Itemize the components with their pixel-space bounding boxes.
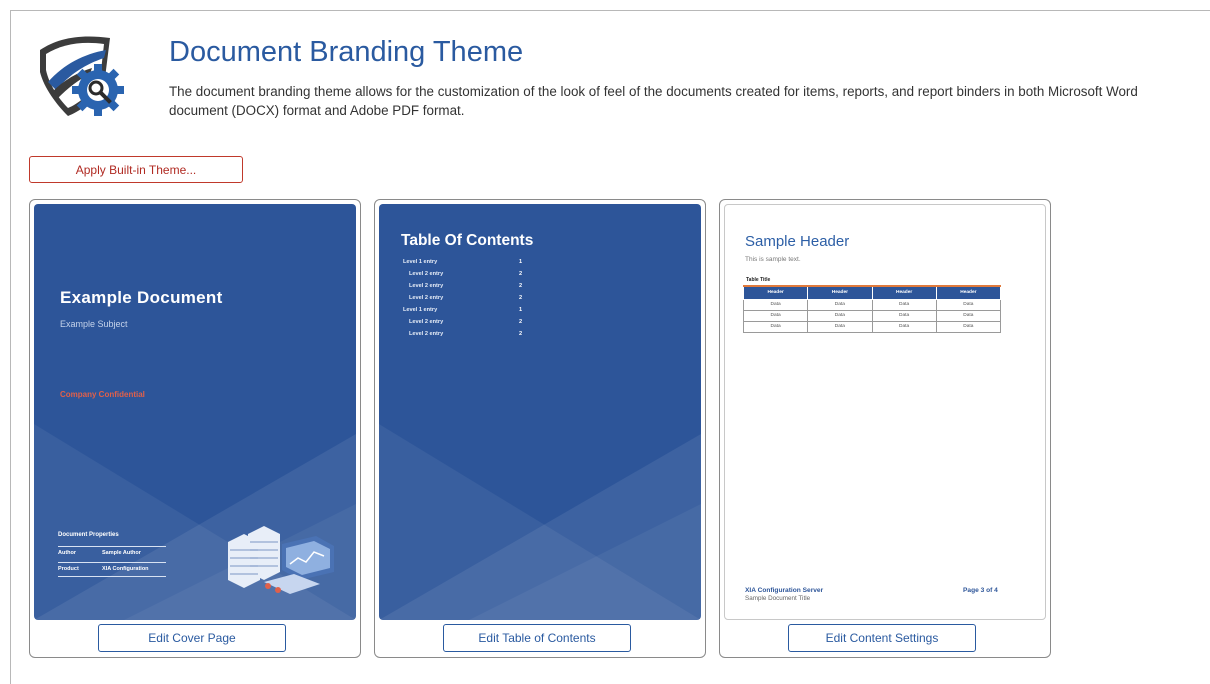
- toc-entry: Level 2 entry: [409, 319, 444, 325]
- sample-table: Header Header Header Header Data Data Da…: [742, 285, 1002, 333]
- server-illustration-icon: [228, 526, 334, 594]
- table-row: Data Data Data Data: [742, 320, 1002, 333]
- toc-entry: Level 2 entry: [409, 271, 444, 277]
- table-header-row: Header Header Header Header: [742, 285, 1002, 300]
- content-settings-card: Sample Header This is sample text. Table…: [719, 199, 1051, 658]
- table-header-cell: Header: [807, 285, 873, 300]
- toc-entry-page: 2: [519, 331, 523, 337]
- table-cell: Data: [871, 298, 937, 311]
- table-cell: Data: [935, 298, 1002, 311]
- page-title: Document Branding Theme: [169, 36, 524, 68]
- toc-entry-page: 2: [519, 271, 523, 277]
- property-row-product: Product XIA Configuration: [58, 562, 166, 577]
- property-row-author: Author Sample Author: [58, 546, 166, 556]
- table-row: Data Data Data Data: [742, 298, 1002, 311]
- table-cell: Data: [742, 320, 809, 333]
- cover-page-preview[interactable]: Example Document Example Subject Company…: [34, 204, 356, 620]
- edit-table-of-contents-button[interactable]: Edit Table of Contents: [443, 624, 631, 652]
- toc-entry: Level 1 entry: [403, 259, 438, 265]
- table-cell: Data: [742, 298, 809, 311]
- apply-built-in-theme-button[interactable]: Apply Built-in Theme...: [29, 156, 243, 183]
- toc-entry-page: 2: [519, 295, 523, 301]
- toc-entry-page: 1: [519, 307, 523, 313]
- table-of-contents-card: Table Of Contents Level 1 entry 1 Level …: [374, 199, 706, 658]
- table-row: Data Data Data Data: [742, 309, 1002, 322]
- table-header-cell: Header: [871, 285, 937, 300]
- footer-page-number: Page 3 of 4: [963, 587, 998, 594]
- property-key: Author: [58, 550, 77, 556]
- sample-text: This is sample text.: [745, 256, 801, 263]
- footer-company: XIA Configuration Server: [745, 587, 824, 594]
- toc-entry: Level 2 entry: [409, 283, 444, 289]
- table-cell: Data: [742, 309, 809, 322]
- property-key: Product: [58, 566, 79, 572]
- toc-entry: Level 2 entry: [409, 295, 444, 301]
- toc-entry: Level 1 entry: [403, 307, 438, 313]
- property-value: Sample Author: [102, 550, 141, 556]
- table-header-cell: Header: [742, 285, 809, 300]
- content-page-preview[interactable]: Sample Header This is sample text. Table…: [724, 204, 1046, 620]
- toc-entry-page: 2: [519, 283, 523, 289]
- edit-cover-page-button[interactable]: Edit Cover Page: [98, 624, 286, 652]
- toc-entry-page: 1: [519, 259, 523, 265]
- table-cell: Data: [807, 309, 873, 322]
- cover-page-card: Example Document Example Subject Company…: [29, 199, 361, 658]
- toc-title: Table Of Contents: [401, 232, 534, 249]
- table-of-contents-preview[interactable]: Table Of Contents Level 1 entry 1 Level …: [379, 204, 701, 620]
- cover-confidential-label: Company Confidential: [60, 390, 145, 399]
- table-cell: Data: [807, 320, 873, 333]
- footer-document-title: Sample Document Title: [745, 595, 811, 602]
- table-cell: Data: [871, 320, 937, 333]
- document-branding-logo-icon: [40, 36, 124, 116]
- sample-header: Sample Header: [745, 233, 850, 250]
- table-title: Table Title: [746, 277, 771, 283]
- document-properties-title: Document Properties: [58, 532, 119, 538]
- table-cell: Data: [807, 298, 873, 311]
- toc-background-decoration: [379, 424, 701, 620]
- property-value: XIA Configuration: [102, 566, 149, 572]
- edit-content-settings-button[interactable]: Edit Content Settings: [788, 624, 976, 652]
- toc-entry: Level 2 entry: [409, 331, 444, 337]
- table-header-cell: Header: [935, 285, 1002, 300]
- cover-subject: Example Subject: [60, 319, 128, 329]
- page-description: The document branding theme allows for t…: [169, 84, 1138, 118]
- table-cell: Data: [935, 309, 1002, 322]
- table-cell: Data: [871, 309, 937, 322]
- table-cell: Data: [935, 320, 1002, 333]
- toc-entry-page: 2: [519, 319, 523, 325]
- cover-title: Example Document: [60, 288, 223, 307]
